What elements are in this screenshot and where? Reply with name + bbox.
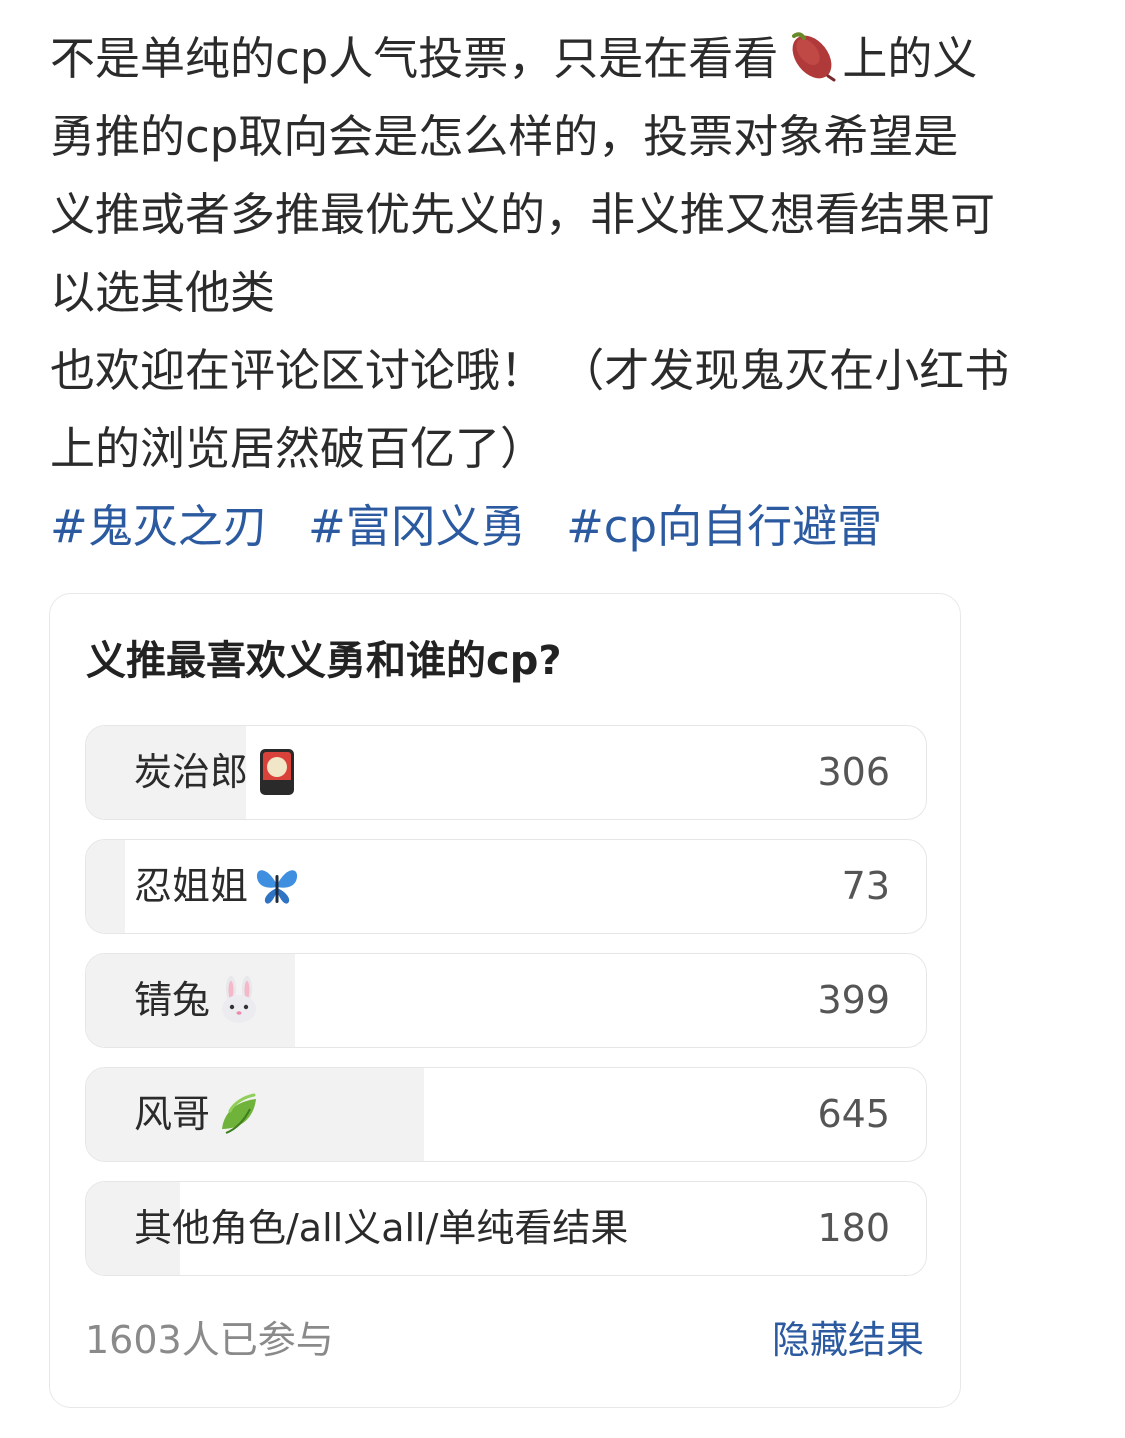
poll-option-label: 其他角色/all义all/单纯看结果: [134, 1182, 628, 1274]
poll-option-text: 风哥: [134, 1092, 211, 1136]
poll-options: 炭治郎 306 忍姐姐 73 锖兔 399 风哥 645 其他角色/all义al…: [85, 725, 927, 1295]
poll-option[interactable]: 锖兔 399: [85, 953, 927, 1048]
poll-option-label: 锖兔: [134, 954, 262, 1046]
butterfly-icon: [256, 870, 298, 904]
poll-option-text: 其他角色/all义all/单纯看结果: [134, 1206, 629, 1250]
poll-option-label: 风哥: [134, 1068, 262, 1160]
post-body: 不是单纯的cp人气投票，只是在看看 上的义 勇推的cp取向会是怎么样的，投票对象…: [50, 20, 1090, 488]
post-text-line: 勇推的cp取向会是怎么样的，投票对象希望是: [50, 110, 959, 163]
participant-count: 1603人已参与: [85, 1318, 334, 1362]
sweet-potato-icon: [792, 32, 836, 82]
post-text-line: 义推或者多推最优先义的，非义推又想看结果可: [50, 188, 996, 241]
hashtag-link[interactable]: #鬼灭之刃: [50, 500, 268, 553]
poll-option-count: 645: [817, 1092, 890, 1136]
poll-option-label: 炭治郎: [134, 726, 300, 818]
hashtag-link[interactable]: #cp向自行避雷: [566, 500, 882, 553]
poll-option[interactable]: 风哥 645: [85, 1067, 927, 1162]
poll-option-text: 锖兔: [134, 978, 211, 1022]
poll-option-text: 炭治郎: [134, 750, 249, 794]
poll-card: 义推最喜欢义勇和谁的cp? 炭治郎 306 忍姐姐 73 锖兔 399 风哥 6…: [49, 593, 961, 1408]
poll-option[interactable]: 炭治郎 306: [85, 725, 927, 820]
hashtag-link[interactable]: #富冈义勇: [308, 500, 526, 553]
poll-option-count: 306: [817, 750, 890, 794]
poll-option-count: 73: [841, 864, 890, 908]
post-text-segment: 不是单纯的cp人气投票，只是在看看: [50, 32, 779, 85]
poll-option-label: 忍姐姐: [134, 840, 300, 932]
post-text-line: 上的浏览居然破百亿了）: [50, 422, 546, 475]
hanafuda-earring-icon: [260, 749, 295, 795]
poll-title: 义推最喜欢义勇和谁的cp?: [86, 638, 562, 684]
poll-option-text: 忍姐姐: [134, 864, 249, 908]
poll-footer: 1603人已参与 隐藏结果: [85, 1312, 924, 1368]
poll-option[interactable]: 忍姐姐 73: [85, 839, 927, 934]
post-text-line: 不是单纯的cp人气投票，只是在看看 上的义: [50, 20, 1090, 98]
poll-option-count: 399: [817, 978, 890, 1022]
post-text-segment: 上的义: [842, 32, 978, 85]
hide-results-button[interactable]: 隐藏结果: [772, 1312, 924, 1368]
poll-option-result-bar: [86, 840, 125, 933]
leaf-icon: [222, 1093, 257, 1134]
rabbit-icon: [222, 976, 257, 1023]
post-text-line: 以选其他类: [50, 266, 276, 319]
poll-option[interactable]: 其他角色/all义all/单纯看结果 180: [85, 1181, 927, 1276]
poll-option-count: 180: [817, 1206, 890, 1250]
post-text-line: 也欢迎在评论区讨论哦！ （才发现鬼灭在小红书: [50, 344, 1010, 397]
hashtag-list: #鬼灭之刃 #富冈义勇 #cp向自行避雷: [50, 492, 908, 562]
